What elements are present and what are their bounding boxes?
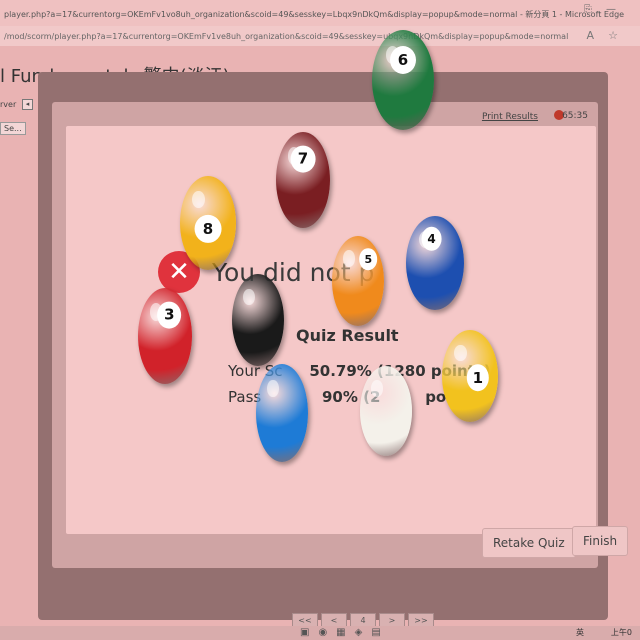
cue-ball-icon [360, 366, 412, 456]
ball-number: 6 [389, 46, 417, 74]
print-results-link[interactable]: Print Results [482, 112, 538, 122]
billiard-ball-5-icon: 5 [332, 236, 384, 326]
billiard-ball-3-icon: 3 [138, 288, 192, 384]
address-bar[interactable]: /mod/scorm/player.php?a=17&currentorg=OK… [0, 26, 640, 46]
billiard-ball-4-icon: 4 [406, 216, 464, 310]
billiard-ball-8-icon: 8 [180, 176, 236, 270]
ball-shine [343, 250, 355, 267]
sidebar-select[interactable]: Se... [0, 122, 26, 135]
favorite-icon[interactable]: ☆ [608, 29, 618, 42]
billiard-ball-black-icon [232, 274, 284, 366]
read-aloud-icon[interactable]: A [586, 29, 594, 42]
ball-shine [454, 344, 467, 362]
ball-number: 8 [194, 214, 222, 243]
billiard-ball-blue-icon [256, 364, 308, 462]
collapse-button[interactable]: ◂ [22, 99, 33, 110]
ball-shine [243, 288, 255, 306]
quiz-toolbar: Print Results 65:35 [52, 102, 598, 124]
ball-number: 3 [157, 301, 182, 329]
finish-button[interactable]: Finish [572, 526, 629, 556]
ball-shine [371, 380, 383, 397]
ball-number: 4 [421, 226, 442, 251]
server-label: rver [0, 100, 17, 109]
retake-quiz-button[interactable]: Retake Quiz [482, 528, 576, 558]
billiard-ball-6-icon: 6 [372, 30, 434, 130]
timer-value: 65:35 [562, 111, 588, 121]
ball-shine [267, 379, 279, 398]
clock: 上午0 [610, 628, 632, 637]
quiz-result-title: Quiz Result [296, 326, 399, 345]
window-title: player.php?a=17&currentorg=OKEmFv1vo8uh_… [4, 10, 625, 19]
address-url[interactable]: /mod/scorm/player.php?a=17&currentorg=OK… [4, 32, 568, 41]
ball-number: 1 [466, 364, 490, 392]
billiard-ball-7-icon: 7 [276, 132, 330, 228]
ball-shine [192, 191, 205, 208]
ball-number: 7 [290, 145, 316, 173]
ime-indicator[interactable]: 英 [576, 627, 584, 638]
taskbar: ▣◉▦◈▤ 英 上午0 [0, 626, 640, 640]
taskbar-app-icons[interactable]: ▣◉▦◈▤ [300, 627, 390, 638]
ball-number: 5 [359, 248, 378, 271]
browser-titlebar: player.php?a=17&currentorg=OKEmFv1vo8uh_… [0, 0, 640, 26]
billiard-ball-1-icon: 1 [442, 330, 498, 422]
pager: << <4 > >> [292, 608, 437, 629]
window-controls[interactable]: ⎘— [584, 4, 630, 15]
